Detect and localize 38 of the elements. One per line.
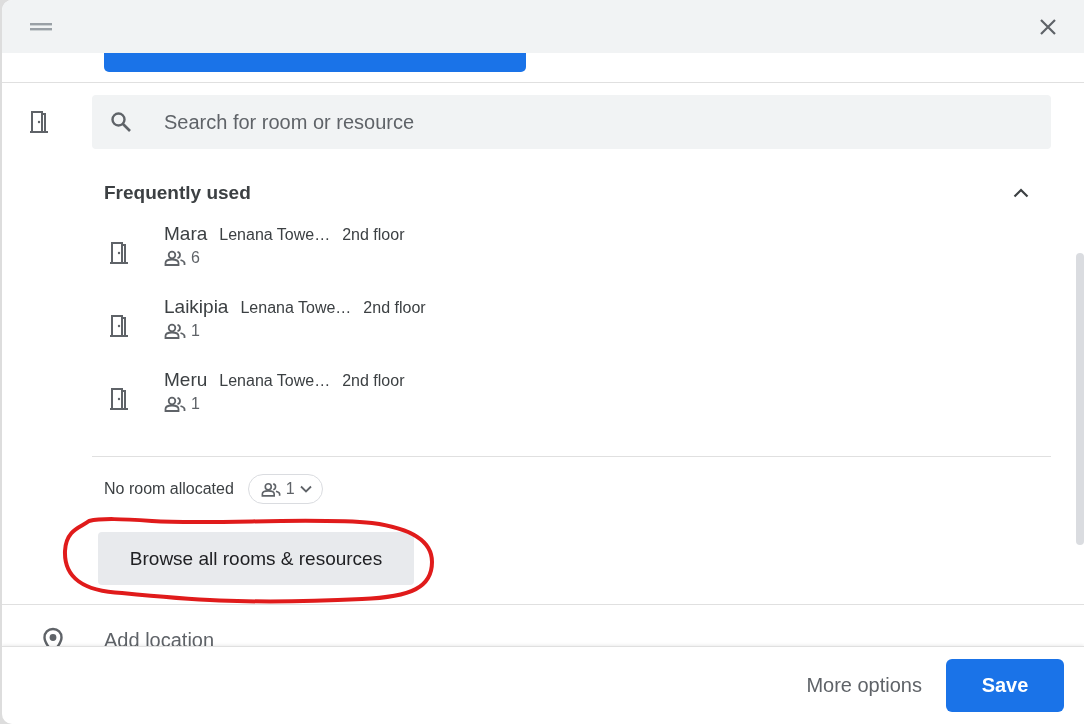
browse-button[interactable]: Browse all rooms & resources	[98, 532, 414, 585]
room-name: Mara	[164, 223, 208, 245]
room-capacity: 6	[191, 249, 200, 267]
room-building: Lenana Towe…	[219, 226, 331, 244]
room-floor: 2nd floor	[363, 299, 426, 317]
room-item[interactable]: Meru Lenana Towe… 2nd floor 1	[92, 369, 1051, 442]
room-capacity: 1	[191, 322, 200, 340]
drag-handle-icon[interactable]	[30, 22, 52, 31]
door-icon	[28, 110, 50, 134]
people-icon	[164, 396, 186, 412]
room-item[interactable]: Laikipia Lenana Towe… 2nd floor 1	[92, 296, 1051, 369]
chevron-icon[interactable]	[1013, 188, 1029, 198]
room-building: Lenana Towe…	[219, 372, 331, 390]
room-building: Lenana Towe…	[240, 299, 352, 317]
section-title: Frequently used	[104, 182, 251, 204]
location-pin-icon	[42, 627, 64, 646]
door-icon	[108, 387, 130, 411]
save-button[interactable]: Save	[946, 659, 1064, 712]
attendee-chip[interactable]: 1	[247, 474, 323, 504]
people-icon	[260, 481, 281, 497]
chevron-down-icon	[299, 485, 312, 493]
room-name: Laikipia	[164, 296, 229, 318]
location-field[interactable]: Add location	[104, 628, 215, 646]
more-options-button[interactable]: More options	[806, 674, 922, 697]
room-name: Meru	[164, 369, 208, 391]
scrollbar[interactable]	[1076, 253, 1084, 545]
room-floor: 2nd floor	[342, 226, 405, 244]
room-floor: 2nd floor	[342, 372, 405, 390]
close-icon[interactable]	[1039, 17, 1057, 36]
search-field[interactable]: Search for room or resource	[92, 95, 1051, 149]
no-room-label: No room allocated	[104, 480, 234, 498]
door-icon	[108, 241, 130, 265]
room-item[interactable]: Mara Lenana Towe… 2nd floor 6	[92, 223, 1051, 296]
door-icon	[108, 314, 130, 338]
search-icon	[110, 111, 132, 133]
people-icon	[164, 250, 186, 266]
room-capacity: 1	[191, 395, 200, 413]
people-icon	[164, 323, 186, 339]
